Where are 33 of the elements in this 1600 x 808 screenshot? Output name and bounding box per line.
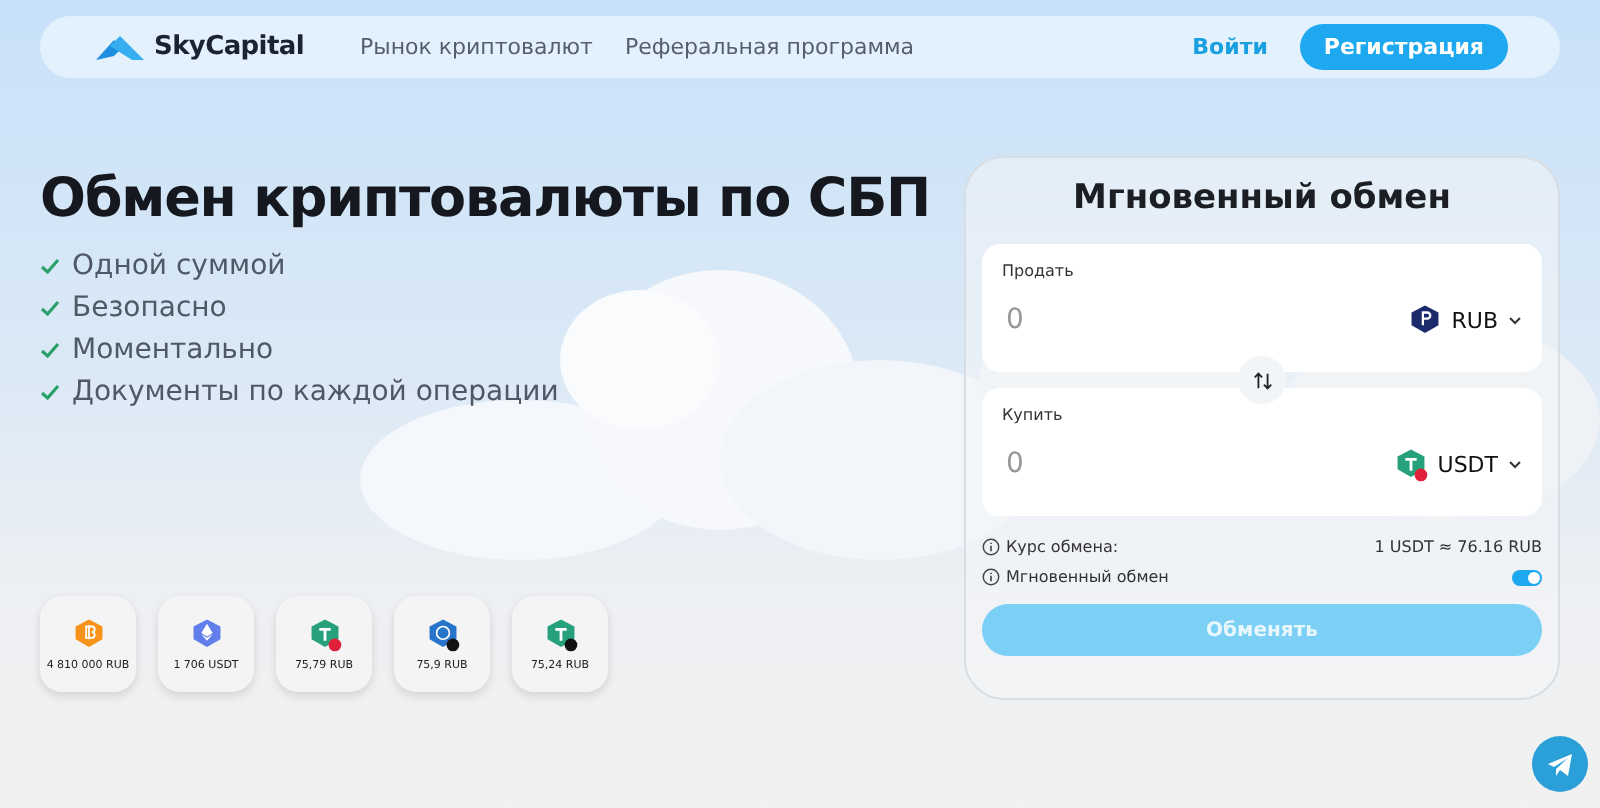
chevron-down-icon [1508,459,1522,469]
paper-plane-icon [1546,751,1574,777]
amount-input[interactable]: 0 [1002,302,1162,338]
check-icon [40,300,60,316]
telegram-button[interactable] [1532,736,1588,792]
card-title: Мгновенный обмен [1073,178,1451,218]
check-icon [40,342,60,358]
nav-link[interactable]: Реферальная программа [624,34,915,60]
amount-input[interactable]: 0 [1002,446,1162,482]
ruble-icon [1407,303,1442,337]
tether-icon [1393,447,1428,481]
field-label: Купить [1002,406,1063,424]
info-icon [982,538,1000,556]
currency-select[interactable]: USDT [1393,447,1522,481]
check-icon [40,384,60,400]
rate-label: Курс обмена: [1006,538,1119,556]
check-icon [40,258,60,274]
nav-link[interactable]: Рынок криптовалют [360,34,593,60]
hero-title: Обмен криптовалюты по СБП [40,168,931,230]
rate-value: 1 USDT ≈ 76.16 RUB [1374,538,1542,556]
logo-icon [96,33,144,61]
chevron-down-icon [1508,315,1522,325]
swap-icon [1251,369,1273,391]
feature-text: Безопасно [72,292,227,324]
feature-text: Документы по каждой операции [72,376,559,408]
brand-name: SkyCapital [154,32,305,62]
feature-text: Одной суммой [72,250,286,282]
currency-select[interactable]: RUB [1407,303,1522,337]
instant-label: Мгновенный обмен [1006,568,1169,586]
instant-toggle[interactable] [1512,569,1542,585]
field-label: Продать [1002,262,1074,280]
info-icon [982,568,1000,586]
feature-text: Моментально [72,334,274,366]
